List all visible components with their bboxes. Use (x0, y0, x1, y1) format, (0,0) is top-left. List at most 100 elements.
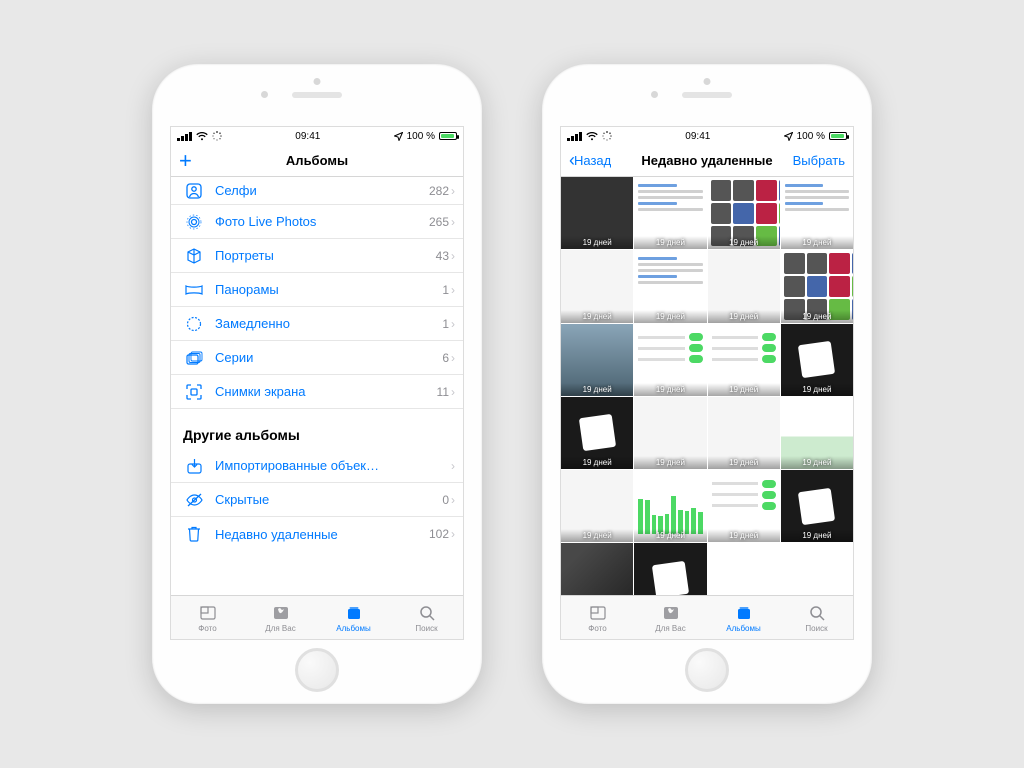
tab-albums[interactable]: Альбомы (317, 596, 390, 639)
photo-thumbnail[interactable]: 19 дней (634, 397, 706, 469)
nav-title: Недавно удаленные (641, 153, 772, 168)
days-remaining-label: 19 дней (561, 236, 633, 249)
photo-thumbnail[interactable]: 19 дней (561, 543, 633, 595)
battery-icon (439, 132, 457, 140)
photo-thumbnail[interactable]: 19 дней (634, 177, 706, 249)
hidden-icon (183, 493, 205, 507)
photo-thumbnail[interactable]: 19 дней (708, 470, 780, 542)
photo-thumbnail[interactable]: 19 дней (561, 250, 633, 322)
row-label: Селфи (205, 183, 429, 198)
tab-photos[interactable]: Фото (561, 596, 634, 639)
photo-thumbnail[interactable]: 19 дней (708, 324, 780, 396)
add-button[interactable]: + (179, 150, 192, 172)
earpiece-speaker (292, 92, 342, 98)
album-row-selfie[interactable]: Селфи 282 › (171, 177, 463, 205)
album-list[interactable]: Селфи 282 › Фото Live Photos 265 › Портр… (171, 177, 463, 595)
days-remaining-label: 19 дней (708, 236, 780, 249)
tab-albums[interactable]: Альбомы (707, 596, 780, 639)
select-button[interactable]: Выбрать (793, 153, 845, 168)
row-count: 6 (442, 351, 449, 365)
album-row-portraits[interactable]: Портреты 43 › (171, 239, 463, 273)
home-button[interactable] (295, 648, 339, 692)
front-camera (651, 91, 658, 98)
photo-thumbnail[interactable]: 19 дней (781, 324, 853, 396)
home-button[interactable] (685, 648, 729, 692)
photo-thumbnail[interactable]: 19 дней (781, 470, 853, 542)
album-row-imported[interactable]: Импортированные объек… › (171, 449, 463, 483)
album-row-screenshots[interactable]: Снимки экрана 11 › (171, 375, 463, 409)
nav-bar: + Альбомы (171, 145, 463, 177)
albums-tab-icon (345, 603, 363, 623)
tab-photos[interactable]: Фото (171, 596, 244, 639)
photo-thumbnail[interactable]: 19 дней (781, 177, 853, 249)
tab-foryou[interactable]: Для Вас (244, 596, 317, 639)
days-remaining-label: 19 дней (781, 310, 853, 323)
tab-search[interactable]: Поиск (390, 596, 463, 639)
row-label: Замедленно (205, 316, 442, 331)
days-remaining-label: 19 дней (561, 383, 633, 396)
days-remaining-label: 19 дней (781, 456, 853, 469)
phone-right: 09:41 100 % ‹Назад Недавно удаленные Выб… (542, 64, 872, 704)
empty-cell (708, 543, 780, 595)
photo-thumbnail[interactable]: 19 дней (561, 397, 633, 469)
days-remaining-label: 19 дней (708, 310, 780, 323)
tab-label: Поиск (805, 624, 827, 633)
photo-thumbnail[interactable]: 19 дней (781, 397, 853, 469)
sensor-dot (704, 78, 711, 85)
photo-thumbnail[interactable]: 19 дней (634, 250, 706, 322)
row-count: 102 (429, 527, 449, 541)
days-remaining-label: 19 дней (634, 529, 706, 542)
battery-pct: 100 % (797, 131, 825, 142)
search-tab-icon (808, 603, 826, 623)
row-label: Фото Live Photos (205, 214, 429, 229)
tab-label: Альбомы (336, 624, 370, 633)
row-count: 0 (442, 493, 449, 507)
earpiece-speaker (682, 92, 732, 98)
screen-right: 09:41 100 % ‹Назад Недавно удаленные Выб… (560, 126, 854, 640)
photo-thumbnail[interactable]: 19 дней (781, 250, 853, 322)
photo-thumbnail[interactable]: 19 дней (561, 177, 633, 249)
status-bar: 09:41 100 % (171, 127, 463, 145)
photo-thumbnail[interactable]: 19 дней (561, 324, 633, 396)
deleted-grid[interactable]: 19 дней19 дней19 дней19 дней19 дней19 дн… (561, 177, 853, 595)
chevron-right-icon: › (451, 215, 455, 229)
photo-thumbnail[interactable]: 19 дней (634, 543, 706, 595)
chevron-right-icon: › (451, 249, 455, 263)
slomo-icon (183, 316, 205, 332)
back-button[interactable]: ‹Назад (569, 150, 611, 171)
album-row-slomo[interactable]: Замедленно 1 › (171, 307, 463, 341)
photo-thumbnail[interactable]: 19 дней (634, 324, 706, 396)
photo-thumbnail[interactable]: 19 дней (708, 177, 780, 249)
row-count: 43 (436, 249, 449, 263)
chevron-right-icon: › (451, 283, 455, 297)
days-remaining-label: 19 дней (561, 310, 633, 323)
screen-left: 09:41 100 % + Альбомы Селфи 282 › (170, 126, 464, 640)
signal-bars-icon (567, 132, 582, 141)
album-row-live[interactable]: Фото Live Photos 265 › (171, 205, 463, 239)
album-row-hidden[interactable]: Скрытые 0 › (171, 483, 463, 517)
tab-label: Для Вас (655, 624, 685, 633)
album-row-deleted[interactable]: Недавно удаленные 102 › (171, 517, 463, 551)
days-remaining-label: 19 дней (634, 236, 706, 249)
chevron-right-icon: › (451, 351, 455, 365)
tab-foryou[interactable]: Для Вас (634, 596, 707, 639)
days-remaining-label: 19 дней (561, 529, 633, 542)
photo-thumbnail[interactable]: 19 дней (708, 250, 780, 322)
album-row-burst[interactable]: Серии 6 › (171, 341, 463, 375)
album-row-pano[interactable]: Панорамы 1 › (171, 273, 463, 307)
screenshot-icon (183, 384, 205, 400)
photo-thumbnail[interactable]: 19 дней (708, 397, 780, 469)
row-count: 1 (442, 317, 449, 331)
nav-title: Альбомы (286, 153, 348, 168)
nav-bar: ‹Назад Недавно удаленные Выбрать (561, 145, 853, 177)
tab-search[interactable]: Поиск (780, 596, 853, 639)
selfie-icon (183, 183, 205, 199)
trash-icon (183, 526, 205, 542)
row-label: Импортированные объек… (205, 458, 449, 473)
burst-icon (183, 351, 205, 365)
battery-pct: 100 % (407, 131, 435, 142)
photo-thumbnail[interactable]: 19 дней (634, 470, 706, 542)
chevron-right-icon: › (451, 317, 455, 331)
photo-thumbnail[interactable]: 19 дней (561, 470, 633, 542)
tab-label: Фото (588, 624, 606, 633)
